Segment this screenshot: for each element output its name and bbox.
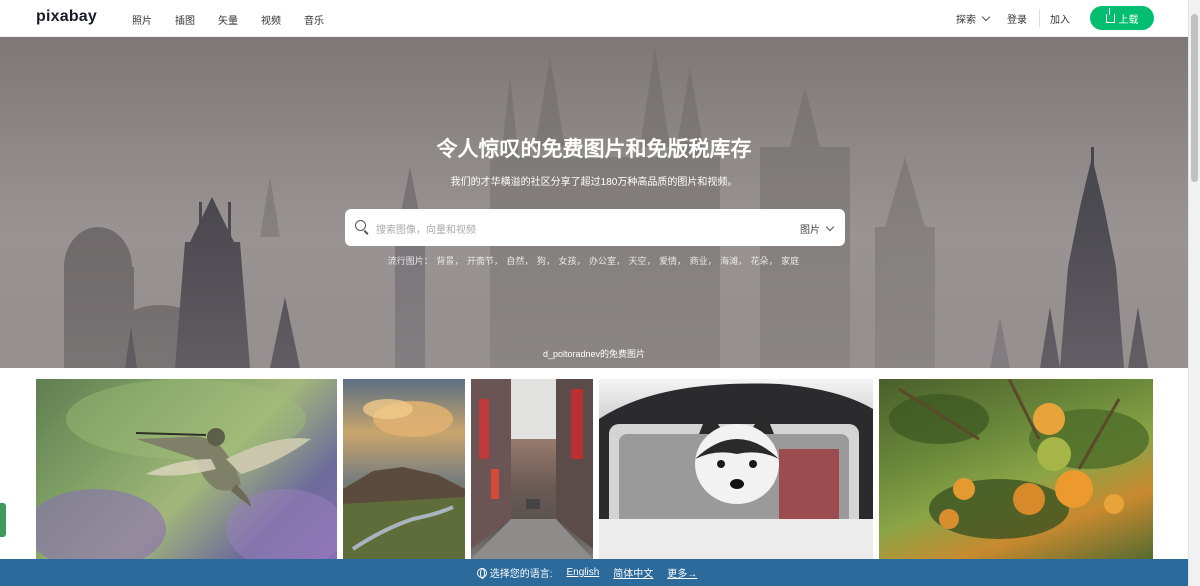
husky-graphic — [599, 383, 873, 559]
language-option-chinese[interactable]: 简体中文 — [613, 565, 653, 580]
login-link[interactable]: 登录 — [1007, 11, 1027, 26]
hummingbird-graphic — [36, 379, 337, 559]
language-label: 选择您的语言: — [489, 569, 553, 580]
nav-vectors[interactable]: 矢量 — [218, 12, 238, 27]
top-header: pixabay 照片 插图 矢量 视频 音乐 探索 登录 加入 上载 — [0, 0, 1188, 37]
language-option-english[interactable]: English — [566, 567, 599, 578]
tag-link[interactable]: 办公室， — [589, 256, 625, 266]
chevron-down-icon — [981, 12, 991, 21]
header-divider — [1039, 9, 1040, 27]
language-more-link[interactable]: 更多→ — [667, 565, 697, 580]
nav-videos[interactable]: 视频 — [261, 12, 281, 27]
castle-skyline-image — [0, 37, 1188, 368]
media-type-label: 图片 — [800, 225, 820, 236]
media-type-select[interactable]: 图片 — [800, 221, 835, 236]
upload-icon — [1105, 7, 1115, 23]
orange-tree-image[interactable] — [879, 379, 1153, 559]
hero-banner: 令人惊叹的免费图片和免版税库存 我们的才华横溢的社区分享了超过180万种高品质的… — [0, 37, 1188, 368]
tag-link[interactable]: 爱情， — [659, 256, 686, 266]
tag-link[interactable]: 开斋节， — [467, 256, 503, 266]
tag-link[interactable]: 狗， — [537, 256, 555, 266]
hero-subtitle: 我们的才华横溢的社区分享了超过180万种高品质的图片和视频。 — [450, 177, 738, 188]
pixabay-logo[interactable]: pixabay — [36, 8, 97, 26]
mountain-graphic — [343, 399, 465, 559]
popular-tags-label: 流行图片： — [387, 256, 433, 266]
tag-link[interactable]: 背景， — [436, 256, 463, 266]
search-bar[interactable]: 搜索图像，向量和视频 图片 — [345, 209, 845, 246]
explore-label: 探索 — [956, 14, 976, 26]
hummingbird-image[interactable] — [36, 379, 337, 559]
hero-title: 令人惊叹的免费图片和免版税库存 — [436, 138, 752, 161]
tag-link[interactable]: 商业， — [690, 256, 717, 266]
nav-photos[interactable]: 照片 — [132, 12, 152, 27]
tag-link[interactable]: 女孩， — [558, 256, 585, 266]
feedback-tab[interactable] — [0, 503, 6, 537]
nav-illustrations[interactable]: 插图 — [175, 12, 195, 27]
page-scrollbar[interactable] — [1188, 0, 1200, 586]
tag-link[interactable]: 自然， — [506, 256, 533, 266]
main-nav: 照片 插图 矢量 视频 音乐 — [132, 12, 347, 27]
language-bar: 选择您的语言: English 简体中文 更多→ — [0, 559, 1188, 586]
globe-icon — [476, 567, 487, 579]
tag-link[interactable]: 家庭 — [781, 256, 799, 266]
explore-menu[interactable]: 探索 — [956, 11, 991, 26]
page: pixabay 照片 插图 矢量 视频 音乐 探索 登录 加入 上载 令人惊叹的… — [0, 0, 1200, 586]
join-link[interactable]: 加入 — [1050, 11, 1070, 26]
nav-music[interactable]: 音乐 — [304, 12, 324, 27]
tag-link[interactable]: 花朵， — [751, 256, 778, 266]
popular-tags: 流行图片： 背景， 开斋节， 自然， 狗， 女孩， 办公室， 天空， 爱情， 商… — [0, 254, 1188, 267]
scrollbar-thumb[interactable] — [1191, 14, 1198, 182]
tag-link[interactable]: 天空， — [629, 256, 656, 266]
husky-in-car-image[interactable] — [599, 379, 873, 559]
upload-label: 上载 — [1118, 14, 1139, 26]
header-actions: 探索 登录 加入 上载 — [956, 6, 1154, 30]
mountain-landscape-image[interactable] — [343, 379, 465, 559]
chevron-down-icon — [825, 222, 835, 232]
search-icon[interactable] — [355, 220, 366, 231]
tag-link[interactable]: 海滩， — [720, 256, 747, 266]
image-credit[interactable]: d_poltoradnev的免费图片 — [0, 347, 1188, 360]
orange-tree-graphic — [889, 379, 1149, 539]
search-input[interactable]: 搜索图像，向量和视频 — [376, 221, 476, 236]
upload-button[interactable]: 上载 — [1090, 6, 1154, 30]
city-street-image[interactable] — [471, 379, 593, 559]
street-graphic — [471, 379, 593, 559]
